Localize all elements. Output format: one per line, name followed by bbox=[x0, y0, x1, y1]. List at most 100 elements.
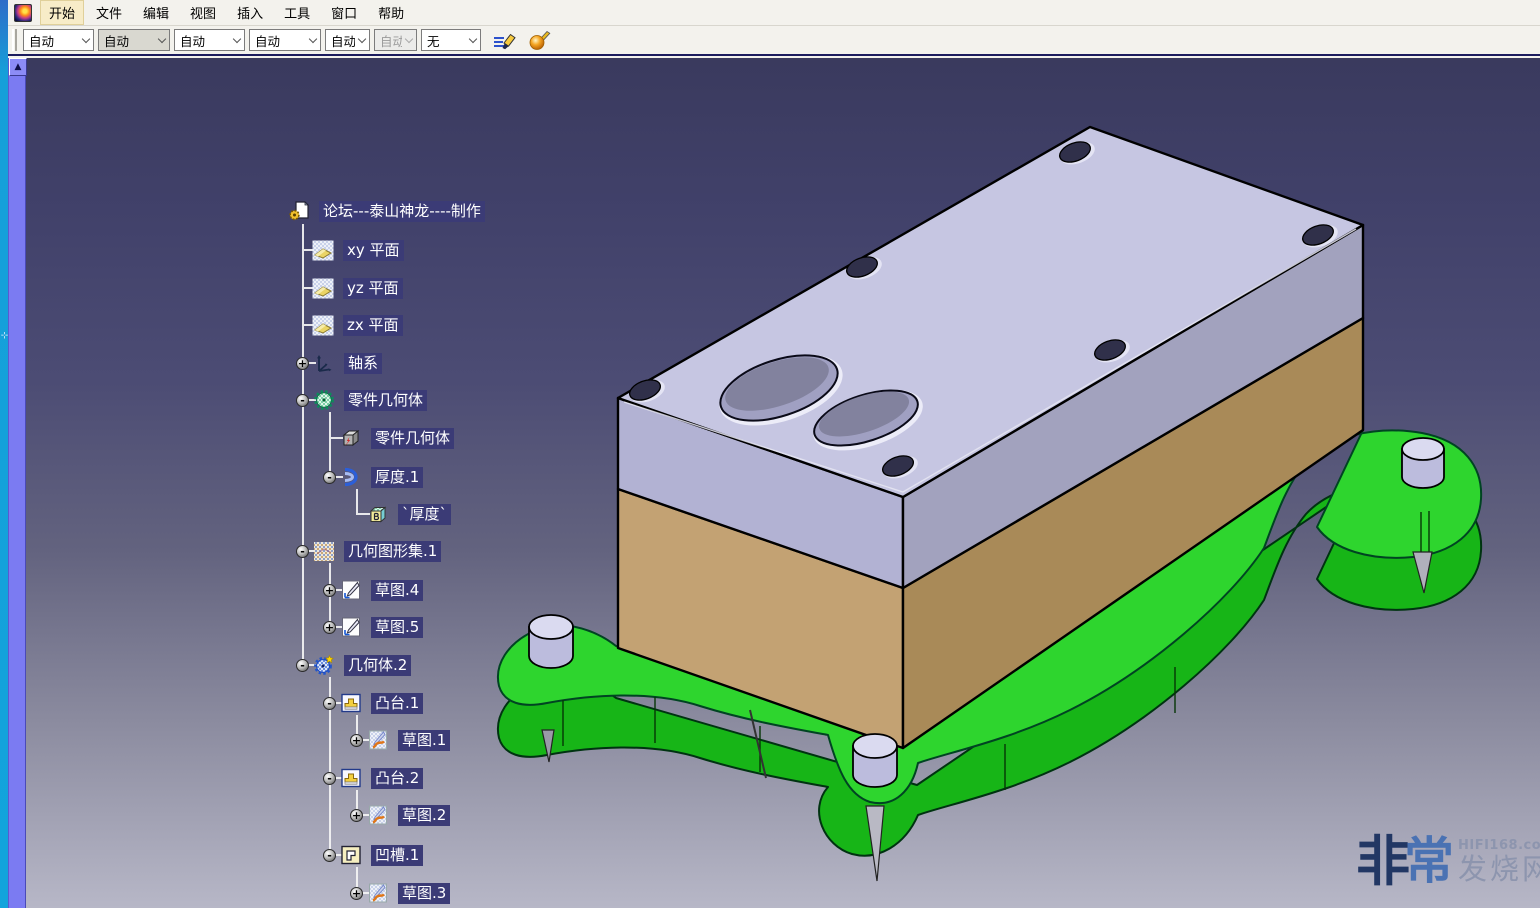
tree-item-zx-plane[interactable]: zx 平面 bbox=[312, 312, 403, 338]
material-sphere-icon[interactable] bbox=[525, 28, 553, 52]
chevron-down-icon bbox=[306, 30, 320, 50]
render-style-combo: 自动 bbox=[374, 29, 417, 51]
menu-insert[interactable]: 插入 bbox=[228, 0, 272, 25]
tree-item-label[interactable]: 草图.3 bbox=[398, 883, 450, 904]
chevron-down-icon bbox=[402, 30, 416, 50]
sketch-hidden-icon bbox=[367, 729, 389, 751]
tree-item-pad-2[interactable]: - 凸台.2 bbox=[323, 765, 423, 791]
tree-item-label[interactable]: 几何体.2 bbox=[344, 655, 411, 676]
tree-item-thickness-1[interactable]: - 厚度.1 bbox=[323, 464, 423, 490]
sketch-hidden-icon bbox=[367, 804, 389, 826]
tree-item-label[interactable]: 凸台.2 bbox=[371, 768, 423, 789]
toolbar-grip-handle[interactable] bbox=[12, 29, 17, 51]
tree-item-label[interactable]: 凹槽.1 bbox=[371, 845, 423, 866]
menu-view[interactable]: 视图 bbox=[181, 0, 225, 25]
geometrical-set-icon bbox=[313, 540, 335, 562]
tree-item-geoset-1[interactable]: - 几何图形集.1 bbox=[296, 538, 441, 564]
vertical-scrollbar[interactable]: ▲ bbox=[8, 58, 26, 908]
tree-item-sketch-3[interactable]: + 草图.3 bbox=[350, 880, 450, 906]
body-icon bbox=[313, 654, 335, 676]
thickness-icon bbox=[340, 466, 362, 488]
window-edge-strip bbox=[0, 0, 8, 908]
graphic-properties-toolbar: 自动 自动 自动 自动 自动 自动 无 bbox=[8, 26, 1540, 56]
expander-icon[interactable]: - bbox=[323, 772, 336, 785]
expander-icon[interactable]: - bbox=[296, 545, 309, 558]
line-weight-combo[interactable]: 自动 bbox=[249, 29, 321, 51]
tree-item-label[interactable]: 草图.5 bbox=[371, 617, 423, 638]
expander-icon[interactable]: + bbox=[350, 809, 363, 822]
body-cube-icon bbox=[367, 503, 389, 525]
tree-item-thickness-quoted[interactable]: `厚度` bbox=[367, 501, 451, 527]
chevron-down-icon bbox=[79, 30, 93, 50]
tree-item-label[interactable]: 草图.1 bbox=[398, 730, 450, 751]
tree-item-yz-plane[interactable]: yz 平面 bbox=[312, 275, 403, 301]
tree-item-sketch-2[interactable]: + 草图.2 bbox=[350, 802, 450, 828]
menu-start[interactable]: 开始 bbox=[40, 0, 84, 25]
tree-item-label[interactable]: zx 平面 bbox=[343, 315, 403, 336]
expander-icon[interactable]: + bbox=[350, 887, 363, 900]
app-logo-icon[interactable] bbox=[14, 4, 32, 22]
solid-cube-icon bbox=[340, 427, 362, 449]
tree-item-sketch-4[interactable]: + 草图.4 bbox=[323, 577, 423, 603]
tree-item-root[interactable]: 论坛---泰山神龙----制作 bbox=[288, 198, 485, 224]
expander-icon[interactable]: + bbox=[350, 734, 363, 747]
tree-item-label[interactable]: 厚度.1 bbox=[371, 467, 423, 488]
expander-icon[interactable]: - bbox=[296, 659, 309, 672]
tree-item-label[interactable]: 零件几何体 bbox=[344, 390, 427, 411]
tree-item-body-2[interactable]: - 几何体.2 bbox=[296, 652, 411, 678]
plane-icon bbox=[312, 277, 334, 299]
tree-item-label[interactable]: `厚度` bbox=[398, 504, 451, 525]
tree-connector-line bbox=[302, 224, 304, 665]
menu-tools[interactable]: 工具 bbox=[275, 0, 319, 25]
tree-item-label[interactable]: 几何图形集.1 bbox=[344, 541, 441, 562]
tree-item-sketch-1[interactable]: + 草图.1 bbox=[350, 727, 450, 753]
tree-item-label[interactable]: 凸台.1 bbox=[371, 693, 423, 714]
sketch-hidden-icon bbox=[367, 882, 389, 904]
tree-item-label[interactable]: yz 平面 bbox=[343, 278, 403, 299]
tree-item-partbody[interactable]: - 零件几何体 bbox=[296, 387, 427, 413]
fill-color-combo[interactable]: 自动 bbox=[23, 29, 94, 51]
pad-icon bbox=[340, 767, 362, 789]
chevron-down-icon bbox=[230, 30, 244, 50]
plane-icon bbox=[312, 239, 334, 261]
pad-icon bbox=[340, 692, 362, 714]
post-right bbox=[1402, 438, 1444, 488]
tree-item-label[interactable]: 轴系 bbox=[344, 353, 382, 374]
tree-item-label[interactable]: 论坛---泰山神龙----制作 bbox=[319, 201, 485, 222]
tree-item-label[interactable]: xy 平面 bbox=[343, 240, 404, 261]
tree-item-label[interactable]: 零件几何体 bbox=[371, 428, 454, 449]
tree-item-xy-plane[interactable]: xy 平面 bbox=[312, 237, 404, 263]
expander-icon[interactable]: - bbox=[296, 394, 309, 407]
menu-edit[interactable]: 编辑 bbox=[134, 0, 178, 25]
tree-item-pad-1[interactable]: - 凸台.1 bbox=[323, 690, 423, 716]
chevron-down-icon bbox=[466, 30, 480, 50]
opacity-combo[interactable]: 自动 bbox=[98, 29, 170, 51]
tree-item-pocket-1[interactable]: - 凹槽.1 bbox=[323, 842, 423, 868]
tree-item-label[interactable]: 草图.4 bbox=[371, 580, 423, 601]
scroll-up-button[interactable]: ▲ bbox=[9, 58, 27, 76]
expander-icon[interactable]: - bbox=[323, 849, 336, 862]
model-chassis-box[interactable] bbox=[618, 127, 1363, 748]
tree-connector-line bbox=[356, 489, 358, 515]
chevron-down-icon bbox=[155, 30, 169, 50]
tree-item-label[interactable]: 草图.2 bbox=[398, 805, 450, 826]
expander-icon[interactable]: + bbox=[296, 357, 309, 370]
menu-help[interactable]: 帮助 bbox=[369, 0, 413, 25]
expander-icon[interactable]: - bbox=[323, 471, 336, 484]
expander-icon[interactable]: + bbox=[323, 584, 336, 597]
partbody-icon bbox=[313, 389, 335, 411]
line-color-combo[interactable]: 自动 bbox=[174, 29, 245, 51]
layer-combo[interactable]: 无 bbox=[421, 29, 481, 51]
expander-icon[interactable]: + bbox=[323, 621, 336, 634]
menu-file[interactable]: 文件 bbox=[87, 0, 131, 25]
expander-icon[interactable]: - bbox=[323, 697, 336, 710]
plane-icon bbox=[312, 314, 334, 336]
menu-bar: 开始 文件 编辑 视图 插入 工具 窗口 帮助 bbox=[8, 0, 1540, 26]
tree-item-partbody-solid[interactable]: 零件几何体 bbox=[340, 425, 454, 451]
application-window: 非 常 HIFI168.com 发烧网 bbox=[0, 0, 1540, 908]
point-style-combo[interactable]: 自动 bbox=[325, 29, 370, 51]
tree-item-axis-system[interactable]: + 轴系 bbox=[296, 350, 382, 376]
tree-item-sketch-5[interactable]: + 草图.5 bbox=[323, 614, 423, 640]
menu-window[interactable]: 窗口 bbox=[322, 0, 366, 25]
format-brush-icon[interactable] bbox=[491, 28, 519, 52]
